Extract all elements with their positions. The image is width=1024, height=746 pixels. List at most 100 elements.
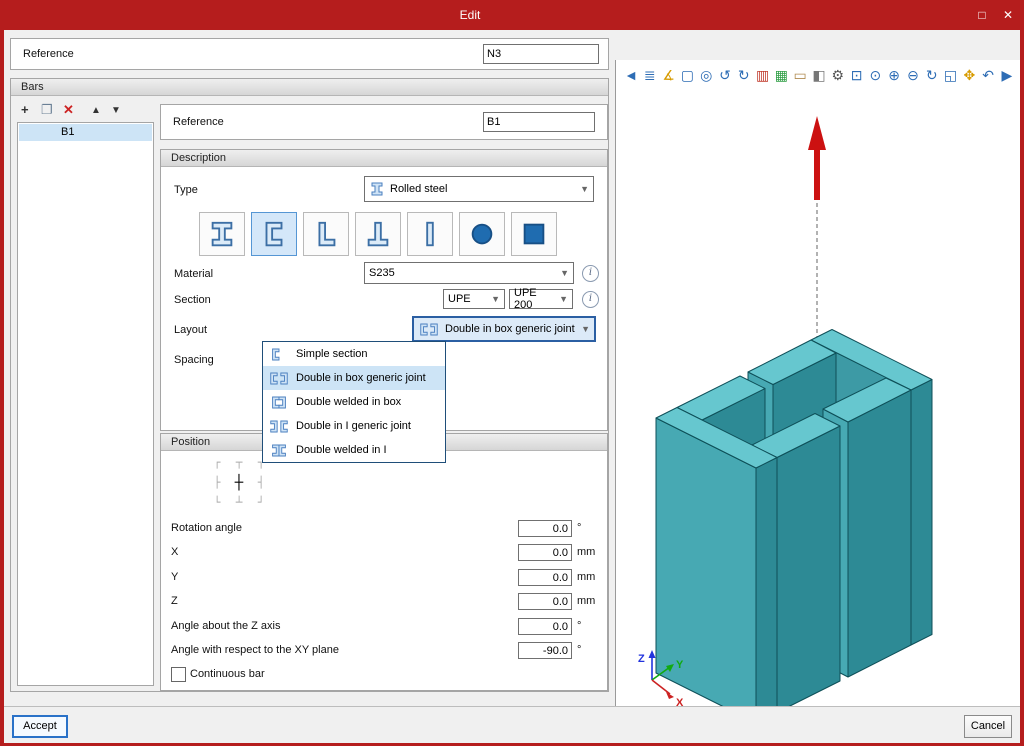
material-info-icon[interactable]: i bbox=[582, 265, 599, 282]
material-dropdown[interactable]: S235 ▼ bbox=[364, 262, 574, 284]
viewport-3d[interactable]: ◄≣∡▢◎↺↻▥▦▭◧⚙⊡⊙⊕⊖↻◱✥↶▶ bbox=[615, 60, 1020, 736]
mesh-icon[interactable]: ▦ bbox=[772, 65, 790, 85]
view-orbit-icon[interactable]: ◎ bbox=[697, 65, 715, 85]
left-channel bbox=[656, 376, 840, 723]
close-button[interactable]: ✕ bbox=[998, 5, 1018, 25]
angle-z-axis-input[interactable] bbox=[518, 618, 572, 635]
dialog-content: Reference Bars + ❐ ✕ ▲ ▼ B1 Reference De… bbox=[4, 30, 1020, 742]
ruler-icon[interactable]: ▭ bbox=[791, 65, 809, 85]
model-canvas[interactable]: Z Y X bbox=[616, 88, 1020, 736]
simple-section-icon bbox=[268, 348, 290, 361]
zoom-extents-icon[interactable]: ◱ bbox=[942, 65, 960, 85]
bar-reference-label: Reference bbox=[173, 116, 224, 128]
shape-button-u-section[interactable] bbox=[251, 212, 297, 256]
shape-button-square-bar[interactable] bbox=[511, 212, 557, 256]
settings-gear-icon[interactable]: ⚙ bbox=[829, 65, 847, 85]
anchor-middle-left[interactable]: ├ bbox=[206, 473, 228, 493]
zoom-object-icon[interactable]: ⊙ bbox=[866, 65, 884, 85]
anchor-top-center[interactable]: ┬ bbox=[228, 453, 250, 473]
collapse-panel-icon[interactable]: ◄ bbox=[622, 65, 640, 85]
z-axis-label: Z bbox=[638, 653, 645, 665]
double-box-section-icon bbox=[418, 323, 440, 336]
anchor-middle-right[interactable]: ┤ bbox=[250, 473, 272, 493]
anchor-bottom-right[interactable]: ┘ bbox=[250, 493, 272, 513]
list-item[interactable]: B1 bbox=[19, 124, 152, 141]
rotate-left-icon[interactable]: ↺ bbox=[716, 65, 734, 85]
bars-list[interactable]: B1 bbox=[17, 122, 154, 686]
z-input[interactable] bbox=[518, 593, 572, 610]
section-info-icon[interactable]: i bbox=[582, 291, 599, 308]
redraw-icon[interactable]: ↻ bbox=[923, 65, 941, 85]
move-down-icon[interactable]: ▼ bbox=[111, 103, 121, 119]
node-reference-input[interactable] bbox=[483, 44, 599, 64]
u-section-icon bbox=[259, 219, 289, 249]
bars-group: Bars + ❐ ✕ ▲ ▼ B1 Reference Description … bbox=[10, 78, 609, 692]
section-label: Section bbox=[174, 294, 211, 306]
rotation-angle-input[interactable] bbox=[518, 520, 572, 537]
zoom-window-icon[interactable]: ⊡ bbox=[848, 65, 866, 85]
i-beam-icon bbox=[369, 181, 385, 197]
layout-option-double-in-i[interactable]: Double in I generic joint bbox=[263, 414, 445, 438]
type-dropdown[interactable]: Rolled steel ▼ bbox=[364, 176, 594, 202]
direction-arrow bbox=[808, 116, 826, 200]
viewport-toolbar: ◄≣∡▢◎↺↻▥▦▭◧⚙⊡⊙⊕⊖↻◱✥↶▶ bbox=[622, 63, 1016, 87]
move-up-icon[interactable]: ▲ bbox=[91, 103, 101, 119]
shape-button-l-section[interactable] bbox=[303, 212, 349, 256]
layout-option-double-welded-box[interactable]: Double welded in box bbox=[263, 390, 445, 414]
layout-option-simple-section[interactable]: Simple section bbox=[263, 342, 445, 366]
anchor-top-left[interactable]: ┌ bbox=[206, 453, 228, 473]
section-family-dropdown[interactable]: UPE ▼ bbox=[443, 289, 505, 309]
layout-option-double-in-box[interactable]: Double in box generic joint bbox=[263, 366, 445, 390]
previous-view-icon[interactable]: ↶ bbox=[979, 65, 997, 85]
copy-bar-icon[interactable]: ❐ bbox=[41, 102, 53, 118]
title-bar: Edit □ ✕ bbox=[0, 0, 1024, 30]
rotate-right-icon[interactable]: ↻ bbox=[735, 65, 753, 85]
flat-bar-icon bbox=[415, 219, 445, 249]
shape-button-t-section[interactable] bbox=[355, 212, 401, 256]
accept-button[interactable]: Accept bbox=[12, 715, 68, 738]
shape-button-flat-bar[interactable] bbox=[407, 212, 453, 256]
x-input[interactable] bbox=[518, 544, 572, 561]
t-section-icon bbox=[363, 219, 393, 249]
anchor-bottom-center[interactable]: ┴ bbox=[228, 493, 250, 513]
type-value: Rolled steel bbox=[390, 183, 447, 195]
shape-button-i-section[interactable] bbox=[199, 212, 245, 256]
continuous-bar-checkbox[interactable] bbox=[171, 667, 186, 682]
layout-option-label: Double welded in box bbox=[296, 396, 401, 408]
chevron-down-icon: ▼ bbox=[560, 268, 569, 278]
chart-columns-icon[interactable]: ▥ bbox=[754, 65, 772, 85]
shape-button-round-bar[interactable] bbox=[459, 212, 505, 256]
l-section-icon bbox=[311, 219, 341, 249]
delete-bar-icon[interactable]: ✕ bbox=[63, 102, 74, 118]
layers-icon[interactable]: ≣ bbox=[641, 65, 659, 85]
field-label: Y bbox=[171, 571, 178, 583]
anchor-center[interactable]: ┼ bbox=[228, 473, 250, 493]
bar-reference-input[interactable] bbox=[483, 112, 595, 132]
zoom-out-icon[interactable]: ⊖ bbox=[904, 65, 922, 85]
extrude-box-icon[interactable]: ▢ bbox=[678, 65, 696, 85]
material-label: Material bbox=[174, 268, 213, 280]
field-unit: ° bbox=[577, 620, 581, 632]
node-reference-row: Reference bbox=[10, 38, 609, 70]
continuous-bar-label: Continuous bar bbox=[190, 668, 265, 680]
chevron-down-icon: ▼ bbox=[581, 324, 590, 334]
spacing-label: Spacing bbox=[174, 354, 214, 366]
section-size-dropdown[interactable]: UPE 200 ▼ bbox=[509, 289, 573, 309]
double-welded-i-icon bbox=[268, 444, 290, 457]
dimension-icon[interactable]: ∡ bbox=[660, 65, 678, 85]
maximize-button[interactable]: □ bbox=[972, 5, 992, 25]
expand-panel-icon[interactable]: ▶ bbox=[998, 65, 1016, 85]
edit-window: Edit □ ✕ Reference Bars + ❐ ✕ ▲ ▼ B1 Ref… bbox=[0, 0, 1024, 746]
square-bar-icon bbox=[519, 219, 549, 249]
layout-option-label: Double in box generic joint bbox=[296, 372, 426, 384]
solid-view-icon[interactable]: ◧ bbox=[810, 65, 828, 85]
add-bar-icon[interactable]: + bbox=[21, 102, 29, 118]
zoom-in-icon[interactable]: ⊕ bbox=[885, 65, 903, 85]
layout-option-double-welded-i[interactable]: Double welded in I bbox=[263, 438, 445, 462]
layout-dropdown[interactable]: Double in box generic joint ▼ bbox=[412, 316, 596, 342]
pan-icon[interactable]: ✥ bbox=[960, 65, 978, 85]
anchor-bottom-left[interactable]: └ bbox=[206, 493, 228, 513]
cancel-button[interactable]: Cancel bbox=[964, 715, 1012, 738]
angle-xy-plane-input[interactable] bbox=[518, 642, 572, 659]
y-input[interactable] bbox=[518, 569, 572, 586]
